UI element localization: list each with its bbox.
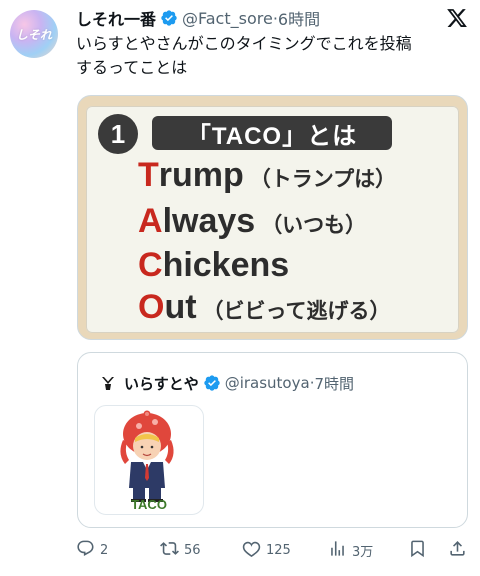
acronym-note: （トランプは） <box>249 168 397 191</box>
x-logo-icon[interactable] <box>446 7 468 29</box>
quote-media-image[interactable]: TACO <box>94 405 204 515</box>
acronym-line-o: O ut （ビビって逃げる） <box>138 288 391 327</box>
views-count: 3万 <box>352 544 374 560</box>
quote-author-handle[interactable]: @irasutoya <box>225 374 310 392</box>
tweet-media-image[interactable]: 1 「TACO」とは T rump （トランプは） A lways （いつも） … <box>77 95 468 340</box>
taco-board: 1 「TACO」とは T rump （トランプは） A lways （いつも） … <box>86 106 459 333</box>
action-bar: 2 56 125 3万 <box>76 538 468 562</box>
bookmark-icon <box>408 539 427 562</box>
board-title: 「TACO」とは <box>152 116 392 150</box>
acronym-note: （いつも） <box>261 214 367 237</box>
retweet-button[interactable]: 56 <box>160 538 201 562</box>
quote-avatar-icon <box>98 373 118 393</box>
acronym-word: rump <box>158 156 244 194</box>
like-button[interactable]: 125 <box>242 538 291 562</box>
quoted-tweet[interactable]: いらすとや @irasutoya · 7時間 TACO <box>77 352 468 528</box>
acronym-word: hickens <box>162 246 290 284</box>
heart-icon <box>242 539 261 562</box>
bookmark-button[interactable] <box>408 538 427 562</box>
acronym-line-c: C hickens <box>138 246 295 285</box>
quote-author-name[interactable]: いらすとや <box>124 373 199 394</box>
views-icon <box>328 539 347 562</box>
author-avatar[interactable]: しそれ <box>10 10 58 58</box>
share-button[interactable] <box>448 538 467 562</box>
acronym-note: （ビビって逃げる） <box>202 300 391 323</box>
retweet-count: 56 <box>184 542 201 558</box>
share-icon <box>448 539 467 562</box>
tweet-header: しそれ一番 @Fact_sore · 6時間 <box>76 6 320 30</box>
verified-badge-icon <box>203 374 221 392</box>
acronym-letter: C <box>138 246 163 284</box>
acronym-line-a: A lways （いつも） <box>138 202 366 241</box>
tweet-text-line-1: いらすとやさんがこのタイミングでこれを投稿 <box>76 34 412 53</box>
reply-button[interactable]: 2 <box>76 538 108 562</box>
views-button[interactable]: 3万 <box>328 538 373 562</box>
tweet-text-line-2: するってことは <box>76 58 188 77</box>
acronym-word: ut <box>164 288 197 326</box>
reply-icon <box>76 539 95 562</box>
tweet-text: いらすとやさんがこのタイミングでこれを投稿 するってことは <box>76 32 468 80</box>
acronym-letter: O <box>138 288 165 326</box>
verified-badge-icon <box>160 9 178 27</box>
reply-count: 2 <box>100 542 109 558</box>
acronym-word: lways <box>162 202 256 240</box>
like-count: 125 <box>266 542 291 558</box>
author-handle[interactable]: @Fact_sore <box>182 9 273 28</box>
number-badge: 1 <box>98 114 138 154</box>
quote-header: いらすとや @irasutoya · 7時間 <box>124 372 354 394</box>
avatar-text: しそれ <box>15 27 52 42</box>
retweet-icon <box>160 539 179 562</box>
acronym-letter: A <box>138 202 163 240</box>
post-time[interactable]: 6時間 <box>278 6 320 30</box>
acronym-line-t: T rump （トランプは） <box>138 156 396 195</box>
author-name[interactable]: しそれ一番 <box>76 6 156 30</box>
acronym-letter: T <box>138 156 159 194</box>
quote-time[interactable]: 7時間 <box>314 373 354 394</box>
taco-label: TACO <box>131 497 167 512</box>
